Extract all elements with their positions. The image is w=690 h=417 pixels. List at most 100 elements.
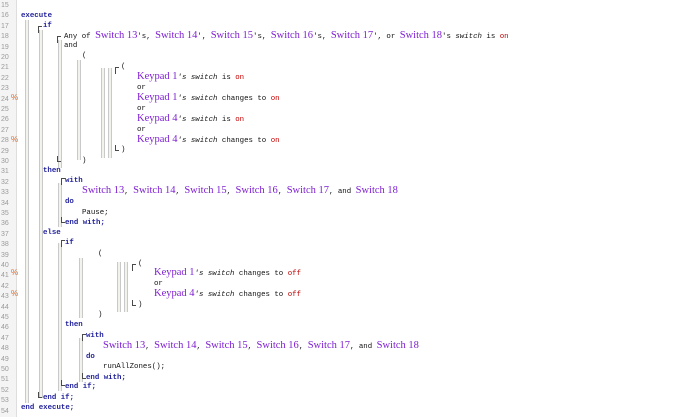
code-line-30[interactable]: ) [82,156,86,166]
code-line-20[interactable]: ( [82,51,86,61]
comma: , [261,33,267,41]
code-line-26[interactable]: Keypad 4's switch is on [137,113,244,124]
device-switch-15[interactable]: Switch 15 [205,340,247,351]
nesting-bar [79,258,83,318]
device-switch-18[interactable]: Switch 18 [377,340,419,351]
attribute-switch[interactable]: 's switch [178,116,218,124]
device-switch-18[interactable]: Switch 18 [400,30,442,41]
code-line-37[interactable]: else [43,228,61,238]
code-line-53[interactable]: end if; [43,393,74,403]
device-switch-13[interactable]: Switch 13 [82,185,124,196]
code-line-28[interactable]: Keypad 4's switch changes to on [137,134,280,145]
code-line-24[interactable]: Keypad 1's switch changes to on [137,92,280,103]
code-line-35[interactable]: Pause; [82,208,109,218]
code-line-45[interactable]: ) [98,310,102,320]
value-off[interactable]: off [288,270,301,278]
operator-and: and [337,188,352,196]
line-number: 16 [1,12,9,20]
code-line-39[interactable]: ( [98,249,102,259]
code-line-38[interactable]: if [65,238,74,248]
block-bracket [132,300,136,306]
code-line-17[interactable]: if [43,21,52,31]
device-switch-14[interactable]: Switch 14 [155,30,197,41]
comma: , [226,188,232,196]
attribute-switch[interactable]: 's switch [178,137,218,145]
device-keypad-1[interactable]: Keypad 1 [137,71,178,82]
code-line-22[interactable]: Keypad 1's switch is on [137,71,244,82]
attribute-switch[interactable]: 's switch [195,270,235,278]
code-line-16[interactable]: execute [21,11,52,21]
attribute-switch[interactable]: 's switch [195,291,235,299]
gutter-marker-24[interactable]: % [11,93,18,103]
attribute-switch[interactable]: 's switch [178,95,218,103]
gutter-marker-28[interactable]: % [11,135,18,145]
possessive: 's [442,33,451,41]
code-line-43[interactable]: Keypad 4's switch changes to off [154,288,301,299]
code-line-32[interactable]: with [65,176,83,186]
code-editor[interactable]: 15 16 17 18 19 20 21 22 23 24 25 26 27 28 29 30 31 32 33 34… [0,0,690,417]
device-switch-18[interactable]: Switch 18 [356,185,398,196]
line-number: 46 [1,324,9,332]
device-switch-16[interactable]: Switch 16 [236,185,278,196]
device-switch-16[interactable]: Switch 16 [257,340,299,351]
code-line-34[interactable]: do [65,197,74,207]
code-line-40[interactable]: ( [138,259,142,269]
comma: , [124,188,129,196]
code-line-21[interactable]: ( [121,62,125,72]
device-switch-17[interactable]: Switch 17 [331,30,373,41]
keyword-with: with [86,332,104,340]
device-keypad-4[interactable]: Keypad 4 [154,288,195,299]
attribute-switch[interactable]: switch [455,33,482,41]
value-on[interactable]: on [271,137,280,145]
code-line-54[interactable]: end execute; [21,403,74,413]
value-on[interactable]: on [235,116,244,124]
code-line-31[interactable]: then [43,166,61,176]
code-line-46[interactable]: then [65,320,83,330]
possessive: 's [313,33,322,41]
device-keypad-1[interactable]: Keypad 1 [137,92,178,103]
code-line-36[interactable]: end with; [65,218,105,228]
device-keypad-4[interactable]: Keypad 4 [137,113,178,124]
keyword-if: if [43,22,52,30]
device-switch-17[interactable]: Switch 17 [308,340,350,351]
value-on[interactable]: on [271,95,280,103]
code-line-47[interactable]: with [86,331,104,341]
code-line-44[interactable]: ) [138,300,142,310]
attribute-switch[interactable]: 's switch [178,74,218,82]
code-line-19[interactable]: and [64,41,77,51]
block-bracket [132,264,136,271]
keyword-do: do [65,198,74,206]
block-bracket [38,392,42,398]
code-line-49[interactable]: do [86,352,95,362]
device-switch-15[interactable]: Switch 15 [184,185,226,196]
gutter-marker-43[interactable]: % [11,289,18,299]
device-switch-15[interactable]: Switch 15 [211,30,253,41]
code-line-33[interactable]: Switch 13, Switch 14, Switch 15, Switch … [82,185,398,196]
code-line-18[interactable]: Any of Switch 13's, Switch 14', Switch 1… [64,30,509,41]
device-switch-14[interactable]: Switch 14 [154,340,196,351]
keyword-end-with: end with; [65,219,105,227]
device-switch-17[interactable]: Switch 17 [287,185,329,196]
gutter-marker-41[interactable]: % [11,268,18,278]
value-on[interactable]: on [500,33,509,41]
device-switch-16[interactable]: Switch 16 [271,30,313,41]
code-line-50[interactable]: runAllZones(); [103,362,165,372]
comma: , [377,33,382,41]
nesting-bar [124,262,128,312]
line-number: 17 [1,22,9,30]
code-line-48[interactable]: Switch 13, Switch 14, Switch 15, Switch … [103,340,419,351]
keyword-end-if: end if; [65,383,97,391]
device-keypad-1[interactable]: Keypad 1 [154,267,195,278]
device-switch-13[interactable]: Switch 13 [103,340,145,351]
line-number: 20 [1,54,9,61]
device-switch-13[interactable]: Switch 13 [95,30,137,41]
nesting-bar [108,68,112,158]
code-line-29[interactable]: ) [121,145,125,155]
device-keypad-4[interactable]: Keypad 4 [137,134,178,145]
value-on[interactable]: on [235,74,244,82]
value-off[interactable]: off [288,291,301,299]
device-switch-14[interactable]: Switch 14 [133,185,175,196]
block-bracket [57,36,61,43]
code-line-52[interactable]: end if; [65,382,96,392]
code-line-41[interactable]: Keypad 1's switch changes to off [154,267,301,278]
